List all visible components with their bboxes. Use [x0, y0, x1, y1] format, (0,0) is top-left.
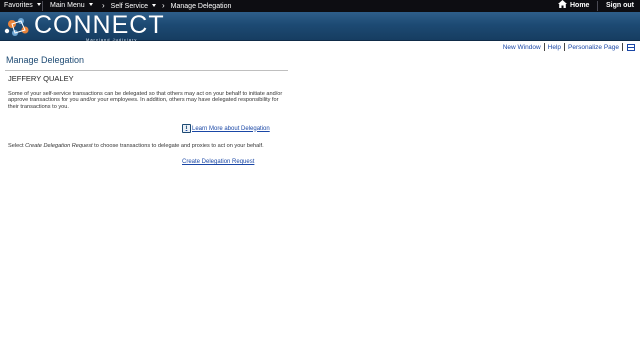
- nav-divider: [597, 1, 598, 11]
- instructions-emphasis: Create Delegation Request: [25, 143, 93, 149]
- nav-divider: [42, 1, 43, 11]
- instructions-text: Select Create Delegation Request to choo…: [8, 143, 264, 149]
- page-utility-links: New Window Help Personalize Page: [503, 42, 635, 52]
- link-divider: [564, 43, 566, 51]
- connect-logo-text: CONNECT: [34, 11, 165, 39]
- learn-more-label: Learn More about Delegation: [192, 125, 270, 132]
- home-link[interactable]: Home: [558, 0, 589, 12]
- help-link[interactable]: Help: [548, 44, 561, 51]
- new-window-link[interactable]: New Window: [503, 44, 541, 51]
- breadcrumb-current-label: Manage Delegation: [170, 3, 232, 10]
- title-divider: [5, 70, 288, 71]
- user-name: JEFFERY QUALEY: [8, 74, 74, 83]
- instructions-prefix: Select: [8, 143, 26, 149]
- chevron-down-icon: [152, 4, 157, 8]
- main-menu-label: Main Menu: [50, 2, 85, 9]
- info-icon: i: [182, 124, 191, 133]
- breadcrumb-current: › Manage Delegation: [162, 0, 231, 12]
- logo-subtitle: Maryland Judiciary: [86, 37, 138, 42]
- home-label: Home: [570, 2, 590, 9]
- home-icon: [558, 0, 567, 9]
- connect-logo-icon: [3, 14, 33, 40]
- page-title: Manage Delegation: [6, 55, 85, 65]
- link-divider: [543, 43, 545, 51]
- sign-out-link[interactable]: Sign out: [606, 0, 634, 12]
- instructions-suffix: to choose transactions to delegate and p…: [92, 143, 264, 149]
- learn-more-link[interactable]: i Learn More about Delegation: [182, 124, 270, 133]
- create-delegation-request-link[interactable]: Create Delegation Request: [182, 159, 254, 165]
- intro-text: Some of your self-service transactions c…: [8, 91, 283, 110]
- grid-icon[interactable]: [627, 43, 635, 51]
- link-divider: [622, 43, 623, 51]
- header-banner: CONNECT Maryland Judiciary: [0, 11, 640, 42]
- chevron-down-icon: [88, 3, 93, 7]
- favorites-label: Favorites: [4, 2, 33, 9]
- personalize-page-link[interactable]: Personalize Page: [568, 44, 619, 51]
- self-service-label: Self Service: [110, 3, 149, 10]
- chevron-down-icon: [36, 3, 41, 7]
